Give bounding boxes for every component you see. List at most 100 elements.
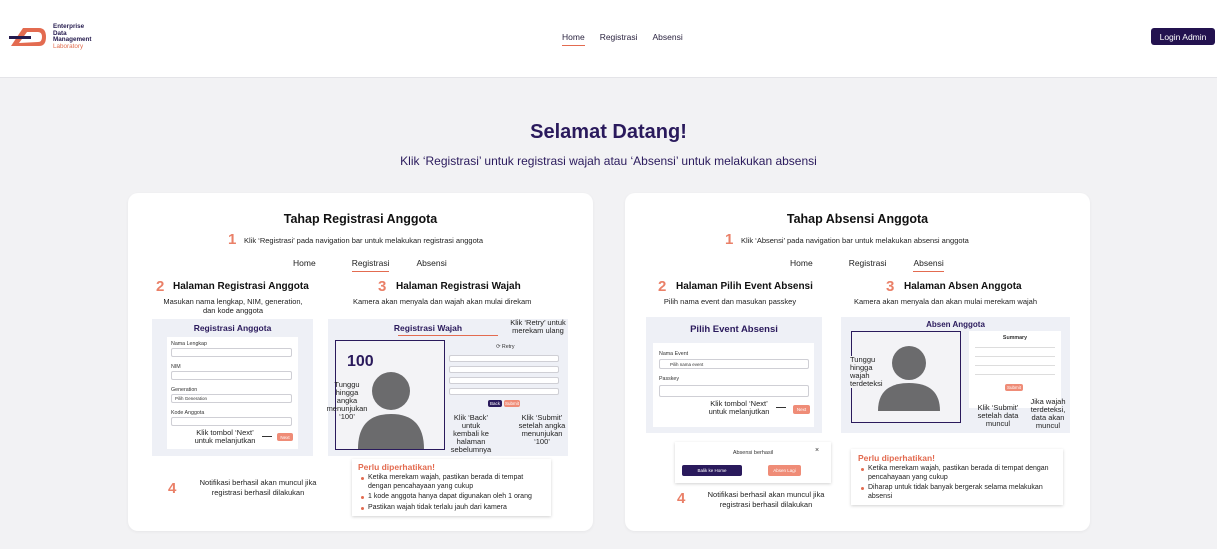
annotation-jika: Jika wajah terdeteksi, data akan muncul bbox=[1026, 398, 1070, 430]
field-label: NIM bbox=[171, 364, 181, 370]
card-title: Tahap Absensi Anggota bbox=[786, 212, 929, 226]
annotation-line: ‘100’ bbox=[339, 412, 355, 421]
annotation-next: Klik tombol ‘Next’ untuk melanjutkan bbox=[703, 400, 775, 416]
success-modal-preview: Absensi berhasil × Balik ke Home Absen L… bbox=[675, 442, 831, 483]
step-number: 3 bbox=[378, 278, 387, 295]
note-title: Perlu diperhatikan! bbox=[358, 462, 435, 472]
step-number: 1 bbox=[725, 231, 734, 248]
step-number: 2 bbox=[658, 278, 667, 295]
next-button: Next bbox=[277, 433, 293, 441]
submit-button: Submit bbox=[1005, 384, 1023, 391]
step-number: 3 bbox=[886, 278, 895, 295]
annotation-tunggu: Tunggu hingga wajah terdeteksi bbox=[850, 356, 883, 388]
annotation-back: Klik ‘Back’ untuk kembali ke halaman seb… bbox=[446, 414, 496, 454]
note-title: Perlu diperhatikan! bbox=[858, 453, 935, 463]
annotation-line: hingga angka bbox=[335, 388, 359, 405]
summary-row bbox=[975, 356, 1055, 357]
preview-title: Pilih Event Absensi bbox=[690, 324, 778, 335]
summary-row bbox=[975, 347, 1055, 348]
field-label: Nama Lengkap bbox=[171, 341, 207, 347]
annotation-line: untuk melanjutkan bbox=[194, 436, 256, 445]
summary-row bbox=[975, 365, 1055, 366]
absen-lagi-button: Absen Lagi bbox=[768, 465, 801, 476]
step-title: Halaman Registrasi Anggota bbox=[173, 281, 309, 292]
annotation-line: sebelumnya bbox=[450, 445, 492, 454]
preview-divider bbox=[398, 335, 498, 336]
preview-title: Registrasi Anggota bbox=[193, 323, 272, 333]
mini-nav-registrasi: Registrasi bbox=[351, 258, 390, 272]
step-desc: Kamera akan menyala dan akan mulai merek… bbox=[854, 297, 1038, 306]
step-number: 4 bbox=[168, 480, 177, 497]
submit-button: Submit bbox=[504, 400, 520, 407]
face-field bbox=[449, 377, 559, 384]
annotation-line: untuk melanjutkan bbox=[708, 407, 770, 416]
annotation-line: terdeteksi bbox=[850, 379, 883, 388]
registrasi-guide-card: Tahap Registrasi Anggota 1 Klik ‘Registr… bbox=[128, 193, 593, 531]
face-field bbox=[449, 388, 559, 395]
step-desc: Masukan nama lengkap, NIM, generation, bbox=[163, 297, 303, 306]
login-admin-button[interactable]: Login Admin bbox=[1151, 28, 1215, 45]
annotation-line: ‘100’ bbox=[534, 437, 550, 446]
card-title: Tahap Registrasi Anggota bbox=[283, 212, 438, 226]
annotation-next: Klik tombol ‘Next’ untuk melanjutkan bbox=[190, 429, 260, 445]
back-button: Back bbox=[488, 400, 502, 407]
annotation-submit: Klik ‘Submit’ setelah data muncul bbox=[973, 404, 1023, 428]
perlu-diperhatikan-note: Perlu diperhatikan! Ketika merekam wajah… bbox=[352, 459, 551, 516]
retry-icon: ⟳ Retry bbox=[496, 344, 515, 350]
summary-title: Summary bbox=[1002, 335, 1028, 341]
nav-absensi[interactable]: Absensi bbox=[652, 32, 682, 46]
nama-field bbox=[171, 348, 292, 357]
step-title: Halaman Pilih Event Absensi bbox=[676, 281, 813, 292]
step-number: 1 bbox=[228, 231, 237, 248]
field-label: Generation bbox=[171, 387, 198, 393]
field-label: Nama Event bbox=[659, 351, 689, 357]
field-label: Passkey bbox=[659, 376, 680, 382]
nav-home[interactable]: Home bbox=[562, 32, 585, 46]
mini-nav-home: Home bbox=[293, 258, 316, 268]
step-text: Klik ‘Absensi’ pada navigation bar untuk… bbox=[741, 236, 969, 245]
balik-home-button: Balik ke Home bbox=[682, 465, 742, 476]
nim-field bbox=[171, 371, 292, 380]
step-desc: Pilih nama event dan masukan passkey bbox=[663, 297, 797, 306]
modal-text: Absensi berhasil bbox=[732, 450, 774, 456]
edm-logo-icon bbox=[9, 28, 46, 47]
step-line: Notifikasi berhasil akan muncul jika bbox=[707, 490, 825, 499]
note-item: Ketika merekam wajah, pastikan berada di… bbox=[358, 474, 545, 491]
summary-row bbox=[975, 374, 1055, 375]
step-desc: dan kode anggota bbox=[202, 306, 264, 315]
mini-navbar: Home Registrasi Absensi bbox=[293, 258, 447, 272]
passkey-field bbox=[659, 385, 809, 397]
note-item: 1 kode anggota hanya dapat digunakan ole… bbox=[358, 493, 545, 502]
note-item: Ketika merekam wajah, pastikan berada di… bbox=[858, 465, 1056, 482]
field-label: Kode Anggota bbox=[171, 410, 205, 416]
step-desc: Kamera akan menyala dan wajah akan mulai… bbox=[353, 297, 532, 306]
nav-registrasi[interactable]: Registrasi bbox=[600, 32, 638, 46]
close-icon: × bbox=[815, 447, 820, 454]
annotation-line: muncul bbox=[985, 419, 1011, 428]
page-title: Selamat Datang! bbox=[530, 121, 687, 143]
annotation-line: muncul bbox=[1035, 421, 1061, 430]
step-line: registrasi berhasil dilakukan bbox=[211, 488, 305, 497]
mini-navbar: Home Registrasi Absensi bbox=[790, 258, 944, 272]
brand-logo[interactable]: Enterprise Data Management Laboratory bbox=[9, 23, 92, 50]
page-subtitle: Klik ‘Registrasi’ untuk registrasi wajah… bbox=[400, 154, 817, 168]
note-item: Diharap untuk tidak banyak bergerak sela… bbox=[858, 484, 1056, 501]
absensi-guide-card: Tahap Absensi Anggota 1 Klik ‘Absensi’ p… bbox=[625, 193, 1090, 531]
step-text: Klik ‘Registrasi’ pada navigation bar un… bbox=[244, 236, 484, 245]
mini-nav-registrasi: Registrasi bbox=[848, 258, 887, 268]
nama-event-select: Pilih nama event bbox=[659, 359, 809, 369]
kode-field bbox=[171, 417, 292, 426]
mini-nav-absensi: Absensi bbox=[416, 258, 447, 268]
note-list: Ketika merekam wajah, pastikan berada di… bbox=[858, 465, 1056, 501]
brand-text: Enterprise Data Management Laboratory bbox=[53, 23, 92, 50]
step-line: Notifikasi berhasil akan muncul jika bbox=[199, 478, 317, 487]
step-number: 4 bbox=[677, 490, 686, 507]
step-title: Halaman Registrasi Wajah bbox=[396, 281, 521, 292]
person-placeholder-icon bbox=[878, 346, 940, 411]
annotation-line: merekam ulang bbox=[512, 326, 564, 335]
next-button: Next bbox=[793, 405, 810, 414]
brand-line: Laboratory bbox=[53, 42, 84, 50]
perlu-diperhatikan-note: Perlu diperhatikan! Ketika merekam wajah… bbox=[851, 449, 1063, 505]
navbar: Enterprise Data Management Laboratory Ho… bbox=[0, 0, 1217, 78]
annotation-retry: Klik ‘Retry’ untuk merekam ulang bbox=[505, 319, 571, 335]
